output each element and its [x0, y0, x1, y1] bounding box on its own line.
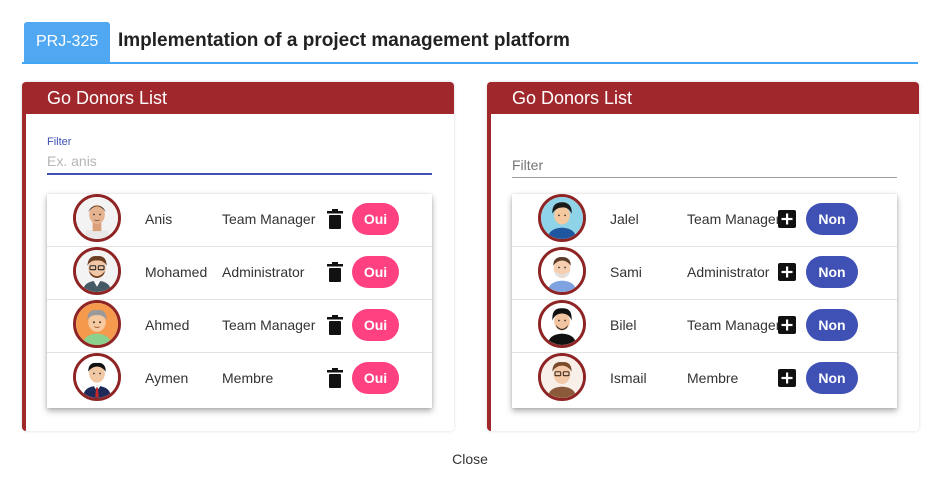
- project-badge: PRJ-325: [24, 22, 111, 62]
- panel-accent-bar: [487, 114, 491, 431]
- trash-icon[interactable]: [327, 209, 343, 229]
- member-name: Aymen: [145, 370, 189, 386]
- list-item: Sami Administrator Non: [512, 247, 897, 300]
- member-role: Administrator: [222, 264, 305, 280]
- right-donors-panel: Go Donors List Jalel Team Manager Non: [487, 82, 919, 431]
- non-button[interactable]: Non: [806, 256, 858, 288]
- panel-header: Go Donors List: [22, 82, 454, 114]
- oui-button[interactable]: Oui: [352, 309, 399, 341]
- member-role: Team Manager: [222, 211, 316, 227]
- member-name: Mohamed: [145, 264, 208, 280]
- non-button[interactable]: Non: [806, 362, 858, 394]
- avatar: [73, 300, 121, 348]
- project-title: Implementation of a project management p…: [118, 30, 570, 51]
- left-donors-panel: Go Donors List Filter Anis Team Manager …: [22, 82, 454, 431]
- member-role: Administrator: [687, 264, 770, 280]
- member-name: Bilel: [610, 317, 637, 333]
- panel-header: Go Donors List: [487, 82, 919, 114]
- avatar: [73, 247, 121, 295]
- member-name: Jalel: [610, 211, 639, 227]
- list-item: Jalel Team Manager Non: [512, 194, 897, 247]
- member-role: Membre: [222, 370, 274, 386]
- close-button[interactable]: Close: [443, 448, 497, 470]
- plus-square-icon[interactable]: [778, 210, 796, 228]
- list-item: Bilel Team Manager Non: [512, 300, 897, 353]
- oui-button[interactable]: Oui: [352, 362, 399, 394]
- member-name: Ismail: [610, 370, 647, 386]
- list-item: Mohamed Administrator Oui: [47, 247, 432, 300]
- member-list: Jalel Team Manager Non Sami Administrato…: [512, 194, 897, 408]
- plus-square-icon[interactable]: [778, 316, 796, 334]
- plus-square-icon[interactable]: [778, 369, 796, 387]
- member-role: Membre: [687, 370, 739, 386]
- trash-icon[interactable]: [327, 315, 343, 335]
- list-item: Ismail Membre Non: [512, 353, 897, 406]
- oui-button[interactable]: Oui: [352, 256, 399, 288]
- list-item: Ahmed Team Manager Oui: [47, 300, 432, 353]
- panel-title: Go Donors List: [512, 88, 633, 108]
- avatar: [538, 300, 586, 348]
- filter-input[interactable]: [47, 149, 432, 175]
- member-role: Team Manager: [687, 317, 781, 333]
- non-button[interactable]: Non: [806, 309, 858, 341]
- member-name: Anis: [145, 211, 173, 227]
- filter-label: Filter: [47, 136, 72, 148]
- member-name: Ahmed: [145, 317, 190, 333]
- non-button[interactable]: Non: [806, 203, 858, 235]
- member-role: Team Manager: [222, 317, 316, 333]
- member-list: Anis Team Manager Oui Mohamed Administra…: [47, 194, 432, 408]
- avatar: [538, 247, 586, 295]
- avatar: [538, 194, 586, 242]
- trash-icon[interactable]: [327, 368, 343, 388]
- avatar: [73, 194, 121, 242]
- member-name: Sami: [610, 264, 642, 280]
- list-item: Anis Team Manager Oui: [47, 194, 432, 247]
- member-role: Team Manager: [687, 211, 781, 227]
- panel-accent-bar: [22, 114, 26, 431]
- panel-title: Go Donors List: [47, 88, 168, 108]
- avatar: [538, 353, 586, 401]
- dialog-header: PRJ-325 Implementation of a project mana…: [22, 22, 918, 64]
- avatar: [73, 353, 121, 401]
- trash-icon[interactable]: [327, 262, 343, 282]
- oui-button[interactable]: Oui: [352, 203, 399, 235]
- list-item: Aymen Membre Oui: [47, 353, 432, 406]
- filter-input[interactable]: [512, 152, 897, 178]
- plus-square-icon[interactable]: [778, 263, 796, 281]
